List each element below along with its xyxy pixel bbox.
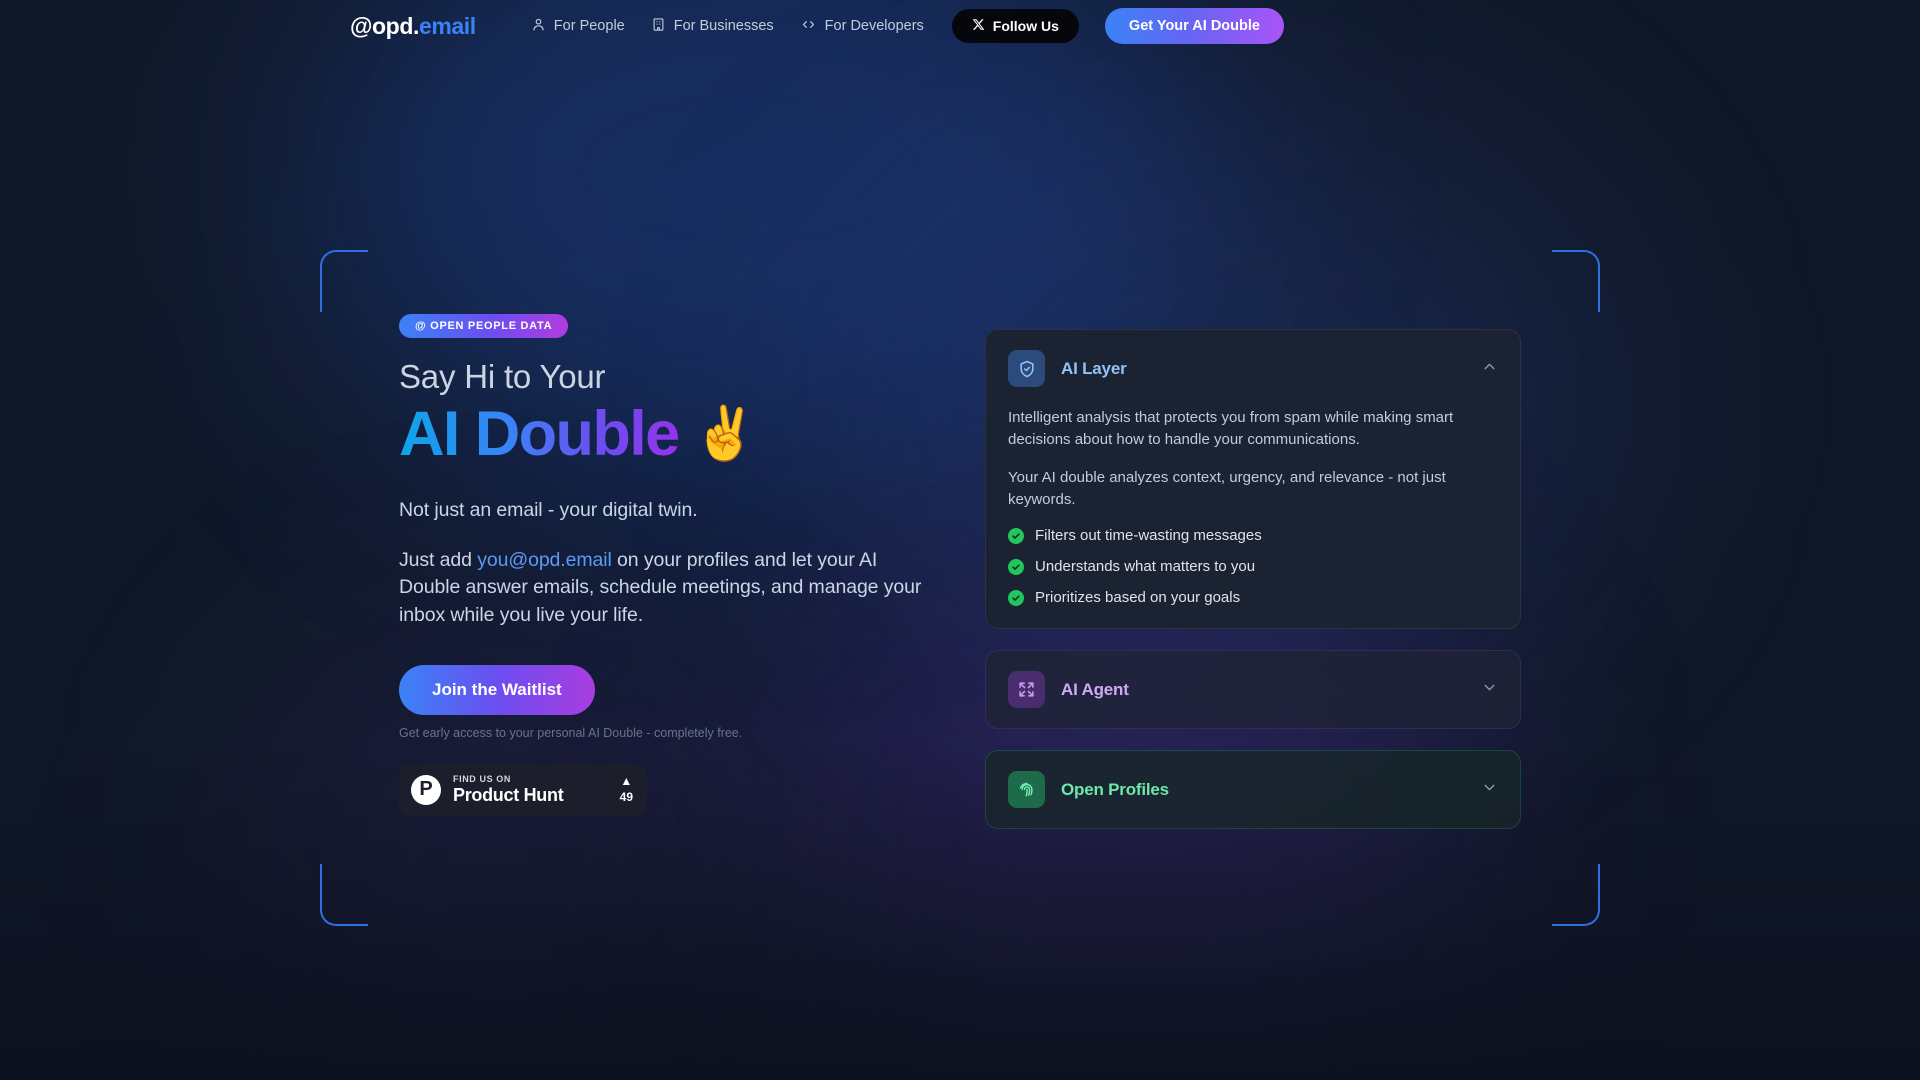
expand-arrows-icon (1008, 671, 1045, 709)
accordion-title: AI Agent (1061, 679, 1129, 699)
check-circle-icon (1008, 527, 1024, 544)
accordion-body-ai-layer: Intelligent analysis that protects you f… (986, 407, 1520, 628)
accordion-paragraph-1: Intelligent analysis that protects you f… (1008, 409, 1454, 449)
logo-primary: @opd. (350, 12, 419, 39)
hero-lead: Not just an email - your digital twin. (399, 498, 698, 521)
nav-label: For Businesses (673, 18, 774, 34)
chevron-down-icon[interactable] (1481, 779, 1498, 801)
nav-item-for-developers[interactable]: For Developers (800, 17, 924, 36)
product-hunt-badge[interactable]: P FIND US ON Product Hunt ▲ 49 (399, 763, 647, 816)
open-people-data-badge: @ OPEN PEOPLE DATA (399, 314, 569, 338)
feature-label: Filters out time-wasting messages (1035, 527, 1262, 545)
nav-item-for-people[interactable]: For People (531, 17, 625, 36)
feature-label: Prioritizes based on your goals (1035, 589, 1241, 607)
accordion-item-ai-agent: AI Agent (985, 650, 1521, 730)
page-title: Say Hi to Your AI Double ✌️ (399, 358, 959, 468)
get-ai-double-button[interactable]: Get Your AI Double (1104, 8, 1284, 44)
upvote-arrow-icon: ▲ (620, 774, 633, 789)
list-item: Filters out time-wasting messages (1008, 527, 1498, 544)
product-hunt-logo-icon: P (411, 774, 441, 805)
accordion-item-open-profiles: Open Profiles (985, 750, 1521, 830)
accordion-header-open-profiles[interactable]: Open Profiles (986, 751, 1520, 828)
feature-accordion: AI Layer Intelligent analysis that prote… (985, 329, 1521, 850)
list-item: Prioritizes based on your goals (1008, 589, 1498, 606)
logo-accent: email (418, 12, 476, 39)
chevron-down-icon[interactable] (1481, 679, 1498, 701)
accordion-title: AI Layer (1061, 358, 1127, 378)
title-line-1: Say Hi to Your (399, 358, 606, 395)
waitlist-note: Get early access to your personal AI Dou… (399, 725, 743, 740)
nav-item-for-businesses[interactable]: For Businesses (651, 17, 774, 36)
building-icon (651, 17, 666, 36)
accordion-paragraph-2: Your AI double analyzes context, urgency… (1008, 469, 1446, 509)
upvote-count: 49 (619, 790, 633, 805)
paragraph-before: Just add (399, 548, 478, 571)
nav-label: For Developers (824, 18, 924, 34)
check-circle-icon (1008, 589, 1024, 606)
corner-bracket-top-right (1552, 250, 1600, 312)
product-hunt-eyebrow: FIND US ON (453, 773, 512, 784)
follow-us-button[interactable]: Follow Us (951, 9, 1079, 43)
product-hunt-text: FIND US ON Product Hunt (453, 774, 608, 806)
hero-left-column: @ OPEN PEOPLE DATA Say Hi to Your AI Dou… (399, 314, 959, 816)
hero-paragraph: Just add you@opd.email on your profiles … (399, 547, 924, 630)
product-hunt-name: Product Hunt (453, 784, 564, 805)
check-circle-icon (1008, 558, 1024, 575)
accordion-header-ai-agent[interactable]: AI Agent (986, 651, 1520, 728)
title-line-2-row: AI Double ✌️ (399, 401, 959, 468)
accordion-header-ai-layer[interactable]: AI Layer (986, 330, 1520, 407)
person-icon (531, 17, 546, 36)
feature-label: Understands what matters to you (1035, 558, 1256, 576)
feature-list: Filters out time-wasting messages Unders… (1008, 527, 1498, 606)
title-line-2: AI Double (399, 398, 680, 469)
accordion-title: Open Profiles (1061, 779, 1169, 799)
chevron-up-icon[interactable] (1481, 358, 1498, 380)
accordion-item-ai-layer: AI Layer Intelligent analysis that prote… (985, 329, 1521, 630)
corner-bracket-bottom-left (320, 864, 368, 926)
shield-check-icon (1008, 350, 1045, 387)
victory-hand-icon: ✌️ (692, 405, 758, 464)
site-header: @opd.email For People For Businesses For… (0, 0, 1920, 52)
corner-bracket-top-left (320, 250, 368, 312)
nav-label: For People (553, 18, 625, 34)
hero-section: @ OPEN PEOPLE DATA Say Hi to Your AI Dou… (0, 52, 1920, 1080)
email-link[interactable]: you@opd.email (477, 549, 612, 571)
follow-us-label: Follow Us (992, 18, 1059, 34)
corner-bracket-bottom-right (1552, 864, 1600, 926)
logo[interactable]: @opd.email (350, 13, 476, 40)
x-logo-icon (972, 18, 985, 34)
fingerprint-icon (1008, 771, 1045, 809)
main-nav: For People For Businesses For Developers (531, 17, 924, 36)
code-icon (800, 17, 817, 36)
list-item: Understands what matters to you (1008, 558, 1498, 575)
join-waitlist-button[interactable]: Join the Waitlist (399, 664, 595, 715)
product-hunt-upvotes[interactable]: ▲ 49 (620, 775, 633, 804)
